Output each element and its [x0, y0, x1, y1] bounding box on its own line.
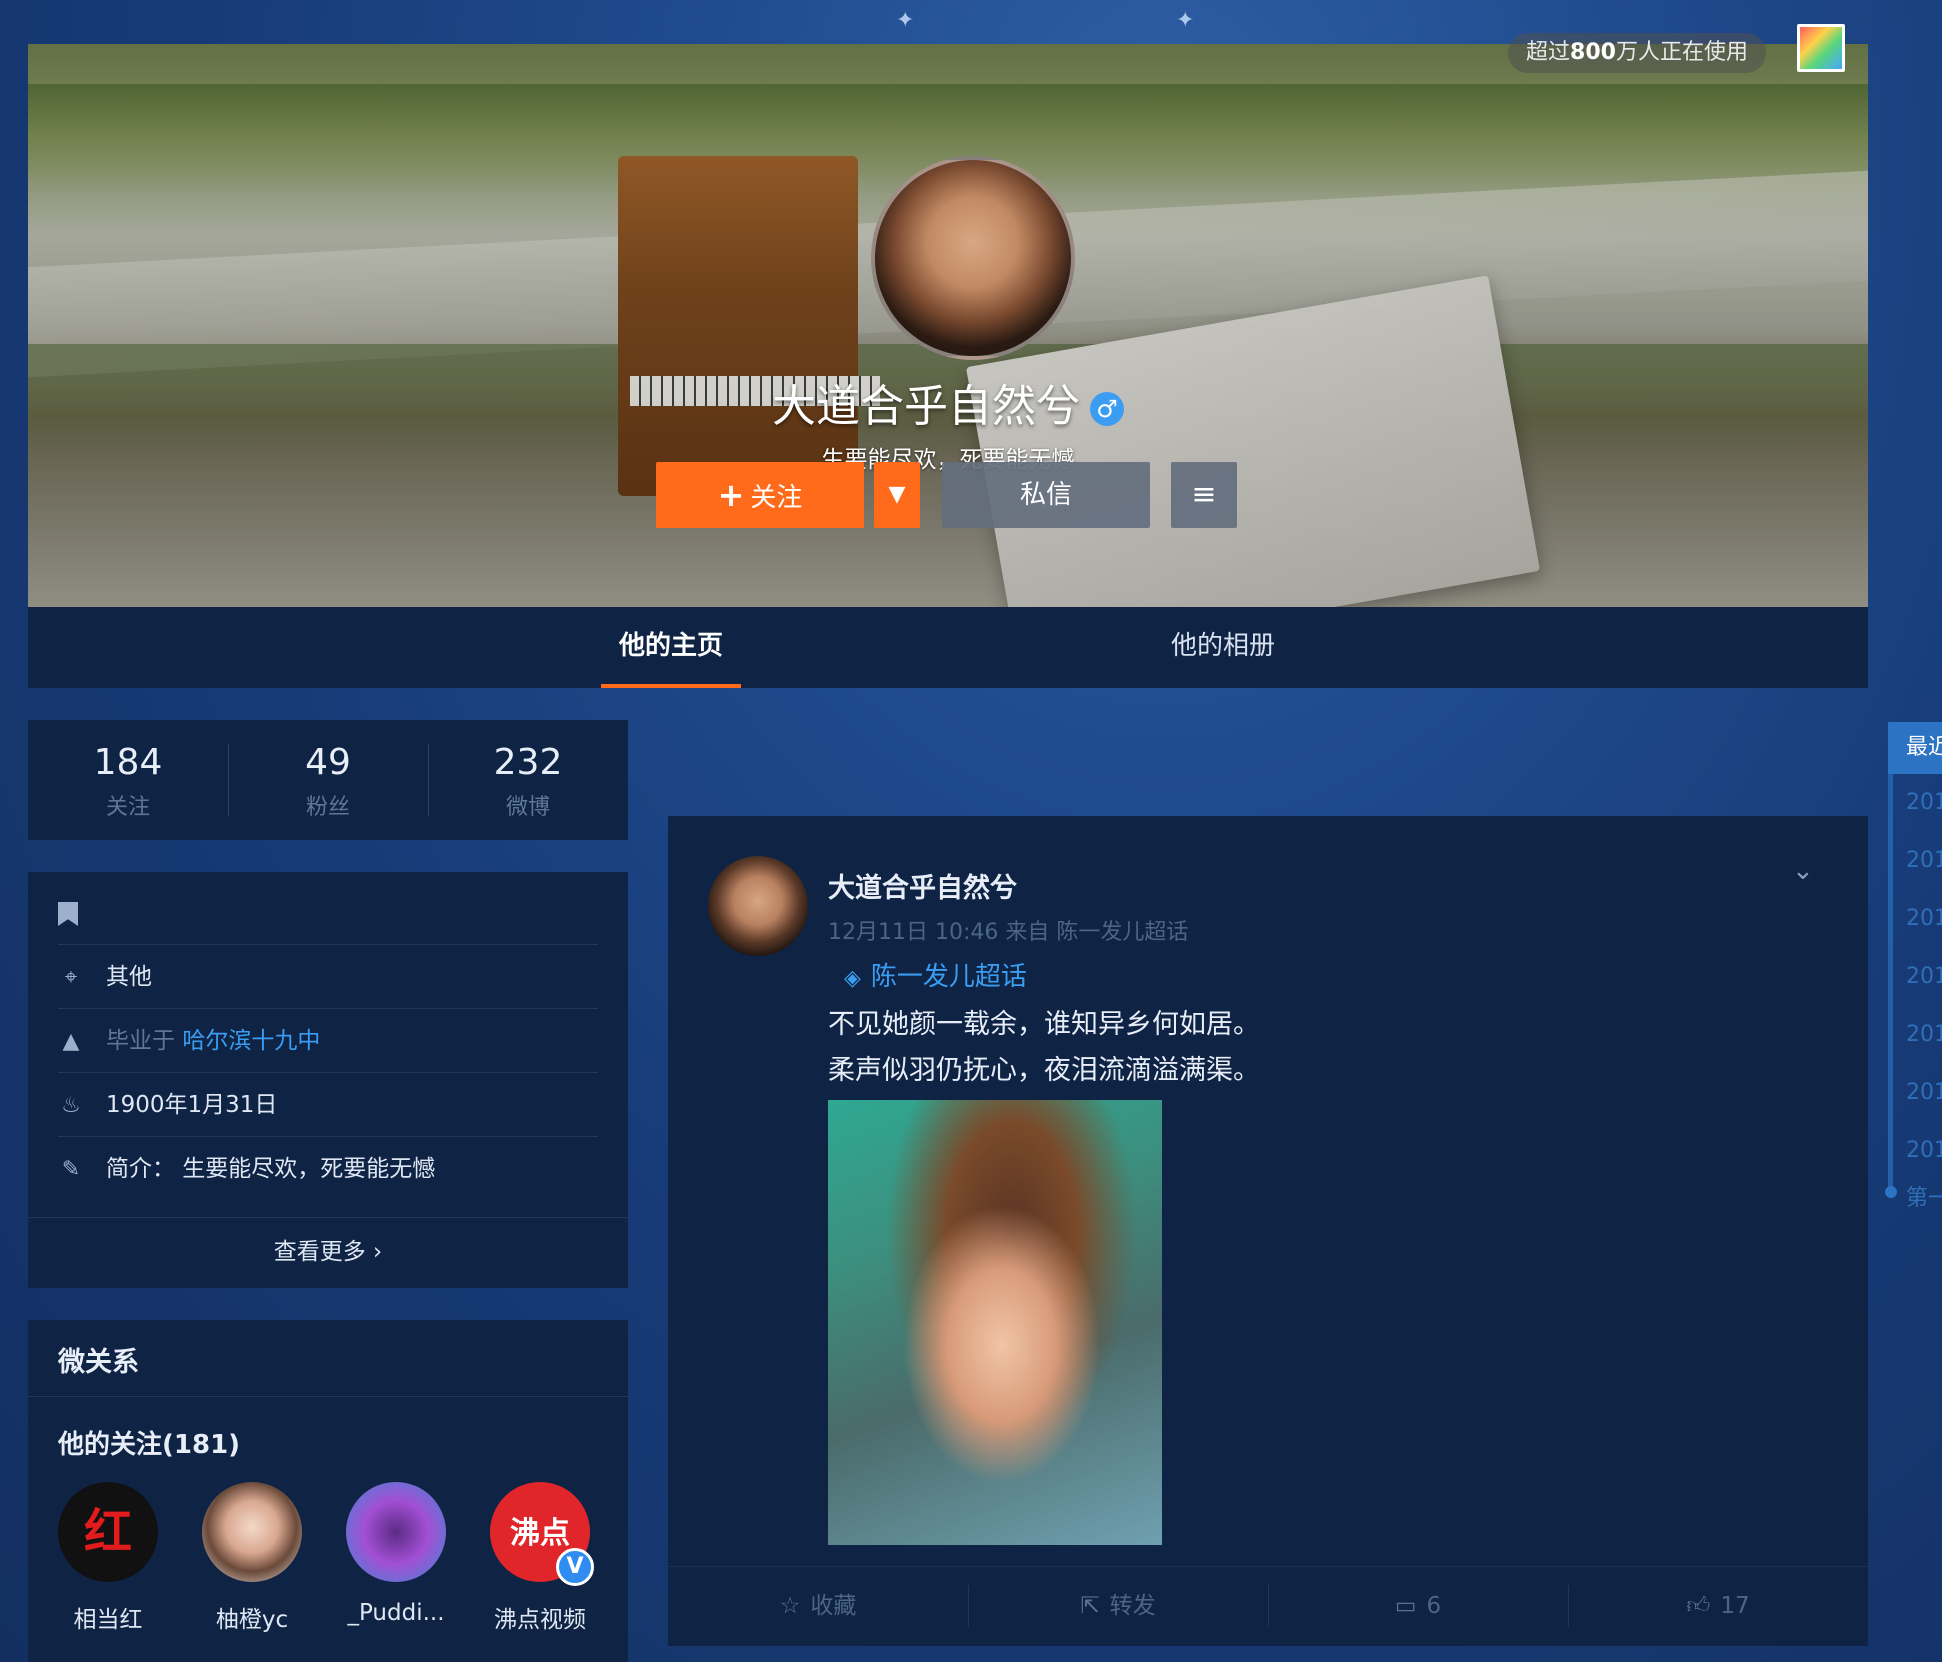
relations-panel: 微关系 他的关注(181) 红 相当红 柚橙yc _Puddi... 沸点 V …: [28, 1320, 628, 1662]
graduation-cap-icon: ▲: [62, 1029, 80, 1054]
post-author-name[interactable]: 大道合乎自然兮: [828, 866, 1017, 905]
bookmark-icon: [58, 902, 78, 926]
avatar: [202, 1482, 302, 1582]
tab-album[interactable]: 他的相册: [1153, 607, 1293, 688]
info-birthday: ♨ 1900年1月31日: [58, 1072, 598, 1136]
school-link[interactable]: 哈尔滨十九中: [182, 1028, 320, 1054]
info-education: ▲ 毕业于 哈尔滨十九中: [58, 1008, 598, 1072]
timeline-item[interactable]: 201: [1906, 1080, 1942, 1105]
timeline-item[interactable]: 201: [1906, 848, 1942, 873]
stat-followers[interactable]: 49 粉丝: [228, 720, 428, 840]
info-panel: ⌖ 其他 ▲ 毕业于 哈尔滨十九中 ♨ 1900年1月31日 ✎ 简介： 生要能尽欢，死…: [28, 872, 628, 1288]
avatar: [346, 1482, 446, 1582]
timeline-item[interactable]: 第一: [1906, 1180, 1942, 1212]
star-decoration: ✦: [896, 8, 915, 33]
post-text-line: 不见她颜一载余，谁知异乡何如居。: [828, 1009, 1260, 1040]
post-card: 大道合乎自然兮 12月11日 10:46 来自 陈一发儿超话 ◈ 陈一发儿超话 不…: [668, 816, 1868, 1646]
repost-button[interactable]: ⇱ 转发: [968, 1567, 1268, 1646]
post-topic-link[interactable]: ◈ 陈一发儿超话: [844, 956, 1027, 993]
timeline-item[interactable]: 201: [1906, 790, 1942, 815]
comment-button[interactable]: ▭ 6: [1268, 1567, 1568, 1646]
share-icon: ⇱: [1080, 1593, 1100, 1619]
plus-icon: +: [717, 476, 745, 514]
star-icon: ☆: [779, 1593, 801, 1619]
more-menu-button[interactable]: ≡: [1171, 462, 1237, 528]
profile-avatar[interactable]: [871, 156, 1075, 360]
profile-tabs: 他的主页 他的相册: [28, 607, 1868, 688]
chevron-right-icon: ›: [373, 1239, 383, 1265]
relations-title: 微关系: [58, 1347, 139, 1378]
star-decoration: ✦: [1176, 8, 1195, 33]
caret-down-icon: ▼: [888, 482, 906, 507]
post-author-avatar[interactable]: [708, 856, 808, 956]
stat-following[interactable]: 184 关注: [28, 720, 228, 840]
timeline-item[interactable]: 201: [1906, 906, 1942, 931]
profile-cover: 大道合乎自然兮 ♂ 生要能尽欢，死要能无憾 + 关注 ▼ 私信 ≡: [28, 44, 1868, 607]
tab-home[interactable]: 他的主页: [601, 607, 741, 688]
stats-panel: 184 关注 49 粉丝 232 微博: [28, 720, 628, 840]
info-location: ⌖ 其他: [58, 944, 598, 1008]
menu-icon: ≡: [1191, 477, 1217, 512]
view-more-link[interactable]: 查看更多 ›: [28, 1217, 628, 1288]
following-user[interactable]: 红 相当红: [48, 1482, 168, 1634]
comment-icon: ▭: [1394, 1593, 1417, 1619]
change-cover-icon[interactable]: [1797, 24, 1845, 72]
following-user[interactable]: _Puddi...: [336, 1482, 456, 1626]
verified-v-icon: V: [556, 1548, 594, 1586]
stat-posts[interactable]: 232 微博: [428, 720, 628, 840]
following-title[interactable]: 他的关注(181): [58, 1424, 240, 1461]
follow-dropdown-button[interactable]: ▼: [874, 462, 920, 528]
timeline-item[interactable]: 201: [1906, 1138, 1942, 1163]
diamond-icon: ◈: [844, 966, 861, 991]
timeline-head[interactable]: 最近: [1888, 722, 1942, 774]
favorite-button[interactable]: ☆ 收藏: [668, 1567, 968, 1646]
profile-name: 大道合乎自然兮 ♂: [28, 370, 1868, 434]
like-button[interactable]: 👍︎ 17: [1568, 1567, 1868, 1646]
post-actions: ☆ 收藏 ⇱ 转发 ▭ 6 👍︎ 17: [668, 1566, 1868, 1646]
timeline-item[interactable]: 201: [1906, 1022, 1942, 1047]
location-pin-icon: ⌖: [64, 965, 78, 990]
chevron-down-icon[interactable]: ⌄: [1792, 856, 1814, 886]
timeline-dot: [1885, 1186, 1897, 1198]
timeline-line: [1888, 774, 1893, 1194]
male-icon: ♂: [1090, 392, 1124, 426]
following-user[interactable]: 柚橙yc: [192, 1482, 312, 1634]
post-text-line: 柔声似羽仍抚心，夜泪流滴溢满渠。: [828, 1055, 1260, 1086]
edit-note-icon: ✎: [61, 1157, 81, 1182]
thumbs-up-icon: 👍︎: [1686, 1593, 1711, 1619]
post-image[interactable]: [828, 1100, 1162, 1545]
birthday-cake-icon: ♨: [61, 1093, 81, 1118]
post-meta: 12月11日 10:46 来自 陈一发儿超话: [828, 920, 1189, 945]
timeline-item[interactable]: 201: [1906, 964, 1942, 989]
avatar: 红: [58, 1482, 158, 1582]
info-bio: ✎ 简介： 生要能尽欢，死要能无憾: [58, 1136, 598, 1200]
follow-button[interactable]: + 关注: [656, 462, 864, 528]
following-user[interactable]: 沸点 V 沸点视频: [480, 1482, 600, 1634]
message-button[interactable]: 私信: [942, 462, 1150, 528]
avatar: 沸点 V: [490, 1482, 594, 1586]
users-count-badge[interactable]: 超过800万人正在使用: [1508, 33, 1766, 73]
